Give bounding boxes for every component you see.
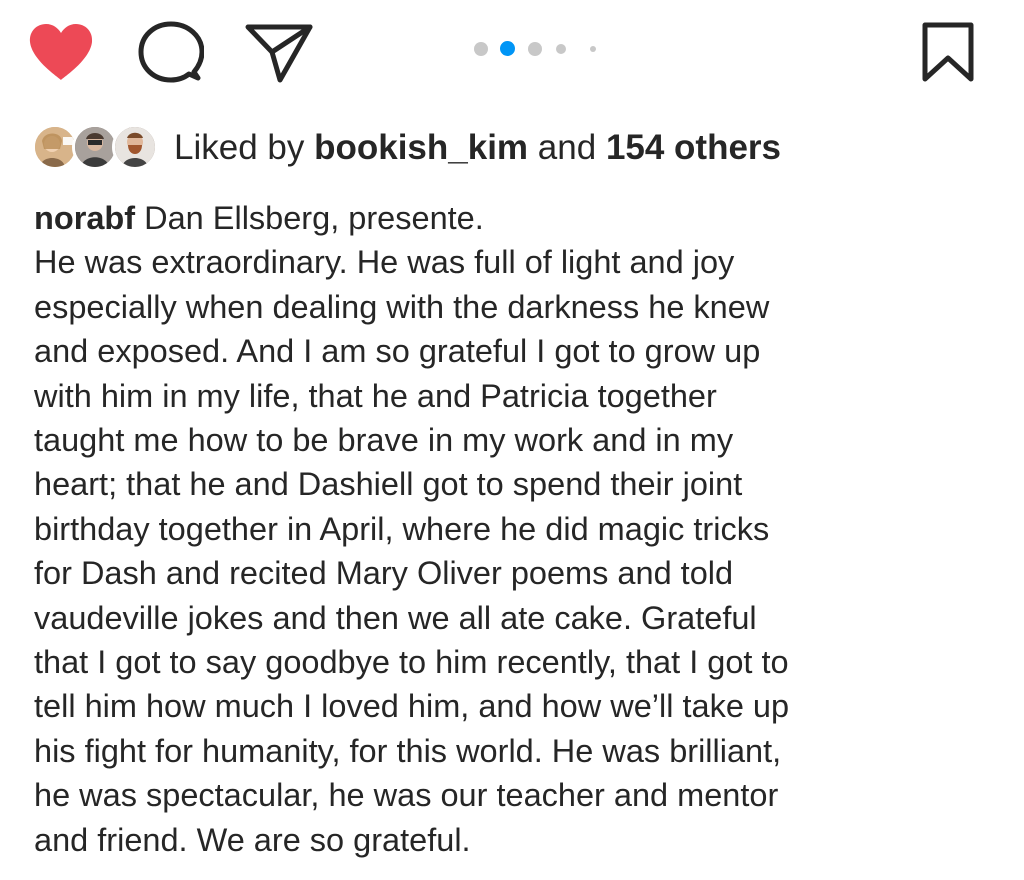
liker-avatars: [32, 124, 160, 172]
carousel-dot: [474, 42, 488, 56]
caption-line: birthday together in April, where he did…: [34, 510, 770, 547]
likes-prefix: Liked by: [174, 128, 305, 167]
carousel-indicator: [470, 38, 600, 56]
caption-line: for Dash and recited Mary Oliver poems a…: [34, 555, 734, 592]
likes-summary[interactable]: Liked by bookish_kim and 154 others: [32, 122, 932, 174]
comment-icon[interactable]: [138, 20, 205, 86]
carousel-dot: [590, 46, 596, 52]
caption-line: He was extraordinary. He was full of lig…: [34, 244, 735, 281]
likes-others-count[interactable]: 154 others: [606, 128, 781, 167]
carousel-dot-active: [500, 41, 515, 56]
caption-line: and friend. We are so grateful.: [34, 821, 471, 858]
liker-username[interactable]: bookish_kim: [314, 128, 528, 167]
share-icon[interactable]: [244, 22, 314, 84]
caption-line: and exposed. And I am so grateful I got …: [34, 333, 761, 370]
bookmark-icon[interactable]: [920, 22, 976, 82]
caption-line: taught me how to be brave in my work and…: [34, 422, 734, 459]
caption-line: that I got to say goodbye to him recentl…: [34, 644, 789, 681]
caption-line: tell him how much I loved him, and how w…: [34, 688, 790, 725]
caption-line: heart; that he and Dashiell got to spend…: [34, 466, 743, 503]
carousel-dot: [556, 44, 566, 54]
caption-line: his fight for humanity, for this world. …: [34, 732, 782, 769]
carousel-dot: [528, 42, 542, 56]
caption-line: he was spectacular, he was our teacher a…: [34, 777, 779, 814]
post-caption: norabf Dan Ellsberg, presente. He was ex…: [34, 196, 1004, 862]
caption-text: Dan Ellsberg, presente.: [144, 200, 484, 236]
caption-line: vaudeville jokes and then we all ate cak…: [34, 599, 757, 636]
heart-icon[interactable]: [28, 22, 94, 82]
avatar: [112, 124, 158, 170]
likes-text: Liked by bookish_kim and 154 others: [174, 126, 781, 170]
caption-line: especially when dealing with the darknes…: [34, 288, 770, 325]
caption-username[interactable]: norabf: [34, 200, 135, 236]
post-action-bar: [0, 0, 1024, 100]
likes-joiner: and: [537, 128, 597, 167]
caption-line: with him in my life, that he and Patrici…: [34, 377, 717, 414]
caption-first-line: norabf Dan Ellsberg, presente.: [34, 196, 1004, 240]
